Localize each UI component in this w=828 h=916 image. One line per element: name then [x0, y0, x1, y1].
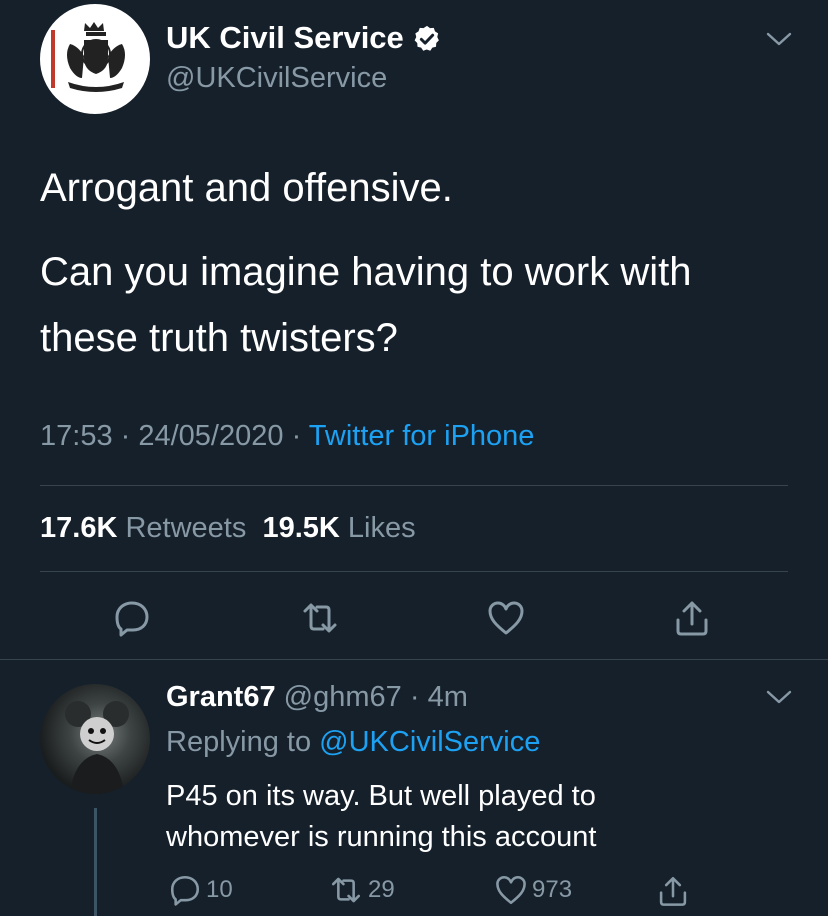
likes-stat[interactable]: 19.5K Likes [262, 512, 415, 544]
like-count: 19.5K [262, 512, 340, 544]
reply-icon[interactable] [112, 598, 152, 638]
reply-retweet-button[interactable]: 29 [328, 872, 395, 908]
tweet-time: 17:53 [40, 420, 113, 452]
tweet-date: 24/05/2020 [138, 420, 284, 452]
tweet-meta: 17:53 · 24/05/2020 · Twitter for iPhone [40, 420, 535, 452]
retweet-count: 17.6K [40, 512, 118, 544]
tweet-text-line: Can you imagine having to work with [40, 250, 692, 294]
replying-to-mention[interactable]: @UKCivilService [319, 726, 540, 758]
retweet-count: 29 [368, 876, 395, 903]
reply-header: Grant67 @ghm67 · 4m [166, 681, 468, 713]
reply-count: 10 [206, 876, 233, 903]
divider [40, 571, 788, 572]
mouse-head-avatar-icon [65, 701, 129, 794]
verified-badge-icon [414, 25, 439, 51]
tweet-stats: 17.6K Retweets 19.5K Likes [40, 512, 416, 545]
like-icon [496, 875, 526, 905]
reply-reply-button[interactable]: 10 [168, 872, 233, 908]
retweet-icon[interactable] [300, 598, 340, 638]
author-name[interactable]: UK Civil Service [166, 20, 404, 56]
reply-text-line: whomever is running this account [166, 821, 597, 853]
like-label: Likes [347, 512, 416, 544]
replying-to-label: Replying to [166, 726, 312, 758]
reply-author-handle[interactable]: @ghm67 [284, 681, 402, 713]
royal-crest-icon [51, 22, 125, 92]
author-handle[interactable]: @UKCivilService [166, 62, 387, 95]
like-icon[interactable] [486, 598, 526, 638]
chevron-down-icon[interactable] [765, 30, 793, 48]
tweet-text-line: Arrogant and offensive. [40, 166, 453, 210]
tweet-separator [0, 659, 828, 660]
share-icon[interactable] [656, 874, 690, 908]
chevron-down-icon[interactable] [765, 688, 793, 706]
retweet-icon [331, 877, 361, 903]
like-count: 973 [532, 876, 573, 903]
reply-author-name[interactable]: Grant67 [166, 681, 276, 713]
share-icon[interactable] [672, 598, 712, 638]
author-avatar[interactable] [40, 4, 150, 114]
retweets-stat[interactable]: 17.6K Retweets [40, 512, 246, 544]
reply-icon [170, 875, 200, 906]
tweet-source-link[interactable]: Twitter for iPhone [309, 420, 535, 452]
reply-age: 4m [427, 681, 468, 713]
retweet-label: Retweets [125, 512, 247, 544]
thread-line [94, 808, 97, 916]
reply-like-button[interactable]: 973 [494, 872, 572, 908]
replying-to: Replying to @UKCivilService [166, 726, 540, 759]
divider [40, 485, 788, 486]
tweet-text-line: these truth twisters? [40, 316, 398, 360]
reply-author-avatar[interactable] [40, 684, 150, 794]
reply-text-line: P45 on its way. But well played to [166, 780, 596, 812]
